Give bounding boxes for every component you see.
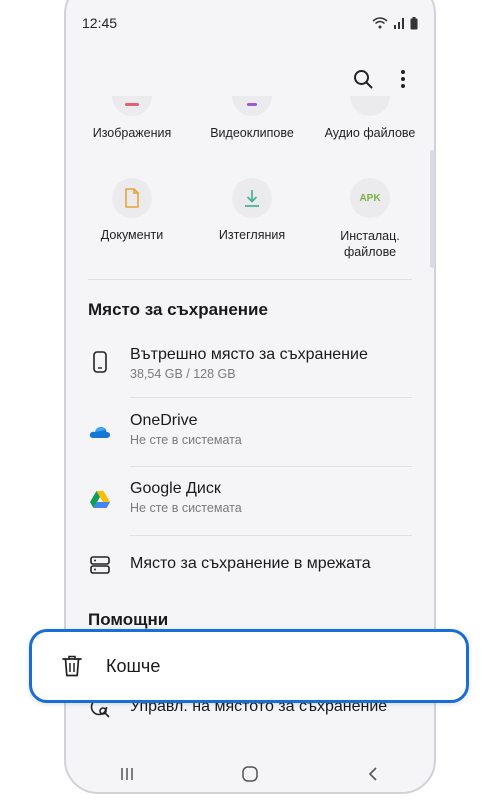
divider — [88, 279, 412, 280]
category-label: Аудио файлове — [324, 126, 416, 140]
storage-section-title: Място за съхранение — [88, 300, 268, 319]
storage-item-title: Google Диск — [130, 480, 221, 497]
category-label: Видеоклипове — [210, 126, 294, 140]
storage-item-title: Място за съхранение в мрежата — [130, 555, 371, 572]
storage-item-subtitle: Не сте в системата — [130, 433, 242, 447]
category-installers[interactable]: APK Инсталац. файлове — [310, 178, 430, 260]
audio-icon — [350, 96, 390, 116]
utilities-section-title: Помощни — [88, 610, 169, 629]
apk-icon: APK — [350, 178, 390, 218]
trash-item-highlight[interactable]: Кошче — [29, 629, 469, 703]
category-videos[interactable]: Видеоклипове — [192, 96, 312, 140]
storage-item-subtitle: Не сте в системата — [130, 501, 242, 515]
category-audio[interactable]: Аудио файлове — [310, 96, 430, 140]
home-icon[interactable] — [238, 762, 262, 786]
category-label: Инсталац. файлове — [340, 229, 400, 259]
phone-side-button — [430, 150, 435, 268]
document-icon — [112, 178, 152, 218]
toolbar — [352, 68, 414, 90]
video-icon — [232, 96, 272, 116]
category-images[interactable]: Изображения — [72, 96, 192, 140]
trash-label: Кошче — [106, 656, 161, 676]
search-icon[interactable] — [352, 68, 374, 90]
storage-item-subtitle: 38,54 GB / 128 GB — [130, 367, 236, 381]
storage-item-google-drive[interactable]: Google Диск Не сте в системата — [66, 466, 434, 534]
download-icon — [232, 178, 272, 218]
signal-icon — [394, 18, 404, 29]
navigation-bar — [66, 754, 434, 792]
wifi-icon — [372, 17, 388, 29]
google-drive-icon — [88, 488, 112, 512]
phone-icon — [88, 350, 112, 374]
battery-icon — [410, 16, 418, 29]
storage-item-onedrive[interactable]: OneDrive Не сте в системата — [66, 398, 434, 466]
storage-item-internal[interactable]: Вътрешно място за съхранение 38,54 GB / … — [66, 332, 434, 396]
more-vert-icon[interactable] — [392, 68, 414, 90]
status-bar: 12:45 — [82, 13, 418, 33]
storage-item-title: Вътрешно място за съхранение — [130, 346, 368, 363]
category-label: Изтегляния — [218, 228, 286, 242]
recents-icon[interactable] — [115, 762, 139, 786]
category-documents[interactable]: Документи — [72, 178, 192, 242]
category-label: Изображения — [92, 126, 172, 140]
status-time: 12:45 — [82, 15, 118, 31]
category-label: Документи — [100, 228, 164, 242]
onedrive-icon — [88, 420, 112, 444]
status-icons — [372, 16, 418, 30]
storage-item-title: OneDrive — [130, 412, 198, 429]
image-icon — [112, 96, 152, 116]
category-downloads[interactable]: Изтегляния — [192, 178, 312, 242]
trash-icon — [61, 654, 85, 680]
storage-item-network[interactable]: Място за съхранение в мрежата — [66, 535, 434, 595]
network-storage-icon — [88, 553, 112, 577]
back-icon[interactable] — [361, 762, 385, 786]
